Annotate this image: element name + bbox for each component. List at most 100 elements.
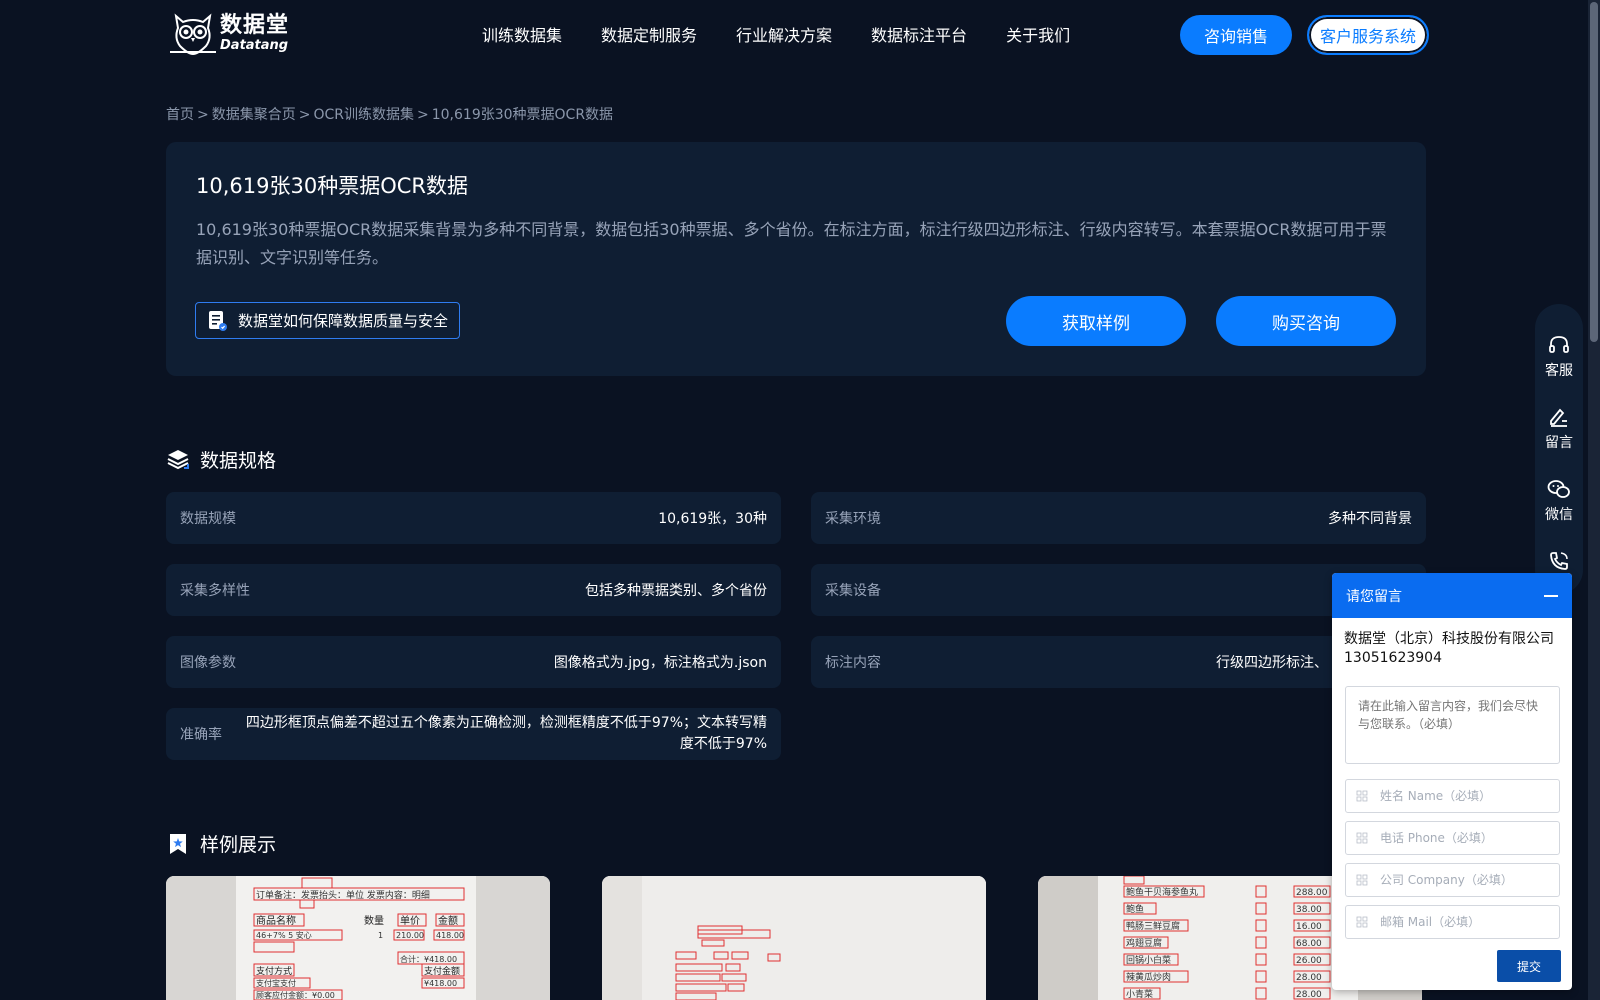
receipt-text: 订单备注：发票抬头：单位 发票内容：明细 bbox=[256, 889, 430, 901]
receipt-text: 单价 bbox=[400, 915, 420, 927]
breadcrumb-current: 10,619张30种票据OCR数据 bbox=[431, 107, 614, 123]
submit-button[interactable]: 提交 bbox=[1497, 950, 1561, 982]
spec-collection-diversity: 采集多样性 包括多种票据类别、多个省份 bbox=[166, 564, 781, 616]
sample-section-title: 样例展示 bbox=[166, 830, 276, 857]
sidebar-leave-message[interactable]: 留言 bbox=[1535, 406, 1583, 452]
widget-header: 请您留言 bbox=[1332, 573, 1572, 618]
sample-title-text: 样例展示 bbox=[200, 834, 277, 856]
bookmark-star-icon bbox=[170, 833, 186, 854]
owl-logo-icon bbox=[170, 13, 216, 56]
receipt-text: 68.00 bbox=[1296, 939, 1322, 949]
sample-image-1[interactable]: 订单备注：发票抬头：单位 发票内容：明细 商品名称 数量 单价 金额 46+7%… bbox=[166, 876, 550, 1000]
receipt-text: 鸭肠三鲜豆腐 bbox=[1126, 920, 1180, 932]
get-sample-button[interactable]: 获取样例 bbox=[1006, 296, 1186, 346]
nav-custom-data-service[interactable]: 数据定制服务 bbox=[601, 22, 697, 46]
widget-company-info: 数据堂（北京）科技股份有限公司 13051623904 bbox=[1332, 618, 1572, 668]
dataset-description: 10,619张30种票据OCR数据采集背景为多种不同背景，数据包括30种票据、多… bbox=[196, 220, 1387, 267]
receipt-text: 顾客应付金额：¥0.00 bbox=[256, 990, 335, 1000]
spec-title-text: 数据规格 bbox=[200, 450, 277, 472]
spec-value: 四边形框顶点偏差不超过五个像素为正确检测，检测框精度不低于97%；文本转写精度不… bbox=[245, 715, 767, 752]
logo-chinese: 数据堂 bbox=[220, 12, 290, 38]
name-field[interactable] bbox=[1345, 779, 1560, 813]
dataset-summary-card: 10,619张30种票据OCR数据 10,619张30种票据OCR数据采集背景为… bbox=[166, 142, 1426, 376]
receipt-text: 288.00 bbox=[1296, 888, 1328, 898]
nav-annotation-platform[interactable]: 数据标注平台 bbox=[871, 22, 967, 46]
headset-icon bbox=[1549, 336, 1569, 353]
sidebar-customer-service[interactable]: 客服 bbox=[1535, 334, 1583, 380]
wechat-icon bbox=[1547, 480, 1570, 498]
sidebar-label: 留言 bbox=[1545, 435, 1573, 451]
receipt-text: 金额 bbox=[438, 914, 458, 927]
document-shield-icon bbox=[209, 310, 227, 331]
nav-training-datasets[interactable]: 训练数据集 bbox=[482, 22, 562, 46]
spec-accuracy: 准确率 四边形框顶点偏差不超过五个像素为正确检测，检测框精度不低于97%；文本转… bbox=[166, 708, 781, 760]
phone-input[interactable] bbox=[1379, 831, 1559, 845]
breadcrumb-home[interactable]: 首页 bbox=[166, 107, 194, 123]
receipt-text: 辣黄瓜炒肉 bbox=[1126, 971, 1171, 983]
breadcrumb-separator: > bbox=[298, 107, 311, 123]
spec-label: 数据规模 bbox=[180, 511, 236, 527]
spec-value: 行级四边形标注、 bbox=[1216, 655, 1328, 671]
receipt-text: 26.00 bbox=[1296, 956, 1322, 966]
receipt-text: ¥418.00 bbox=[424, 979, 457, 988]
quality-security-link[interactable]: 数据堂如何保障数据质量与安全 bbox=[195, 302, 460, 339]
scrollbar-thumb[interactable] bbox=[1590, 2, 1598, 342]
receipt-image-2 bbox=[602, 876, 986, 1000]
nav-industry-solutions[interactable]: 行业解决方案 bbox=[736, 22, 832, 46]
page-title: 10,619张30种票据OCR数据 bbox=[196, 174, 468, 198]
spec-value: 包括多种票据类别、多个省份 bbox=[585, 583, 767, 599]
sample-image-2[interactable] bbox=[602, 876, 986, 1000]
purchase-consult-button[interactable]: 购买咨询 bbox=[1216, 296, 1396, 346]
company-input[interactable] bbox=[1379, 873, 1559, 887]
receipt-text: 46+7% 5 安心 bbox=[256, 930, 312, 940]
page-scrollbar[interactable] bbox=[1588, 0, 1600, 1000]
minimize-icon[interactable] bbox=[1544, 594, 1558, 597]
name-input[interactable] bbox=[1379, 789, 1559, 803]
customer-service-button[interactable]: 客户服务系统 bbox=[1307, 15, 1429, 55]
mail-input[interactable] bbox=[1379, 915, 1559, 929]
spec-label: 采集多样性 bbox=[180, 583, 250, 599]
consult-sales-button[interactable]: 咨询销售 bbox=[1180, 15, 1292, 55]
company-field[interactable] bbox=[1345, 863, 1560, 897]
top-header: 数据堂 Datatang 训练数据集 数据定制服务 行业解决方案 数据标注平台 … bbox=[0, 0, 1600, 70]
spec-label: 采集环境 bbox=[825, 511, 881, 527]
field-grid-icon bbox=[1356, 790, 1368, 802]
spec-label: 采集设备 bbox=[825, 583, 881, 599]
widget-title: 请您留言 bbox=[1346, 588, 1402, 605]
field-grid-icon bbox=[1356, 916, 1368, 928]
receipt-text: 支付方式 bbox=[256, 965, 292, 977]
spec-label: 标注内容 bbox=[825, 655, 881, 671]
phone-field[interactable] bbox=[1345, 821, 1560, 855]
quality-link-label: 数据堂如何保障数据质量与安全 bbox=[238, 312, 449, 330]
spec-section-title: 数据规格 bbox=[166, 446, 276, 473]
receipt-text: 数量 bbox=[364, 914, 384, 927]
breadcrumb-ocr[interactable]: OCR训练数据集 bbox=[313, 107, 414, 123]
receipt-image-1: 订单备注：发票抬头：单位 发票内容：明细 商品名称 数量 单价 金额 46+7%… bbox=[166, 876, 550, 1000]
logo-english: Datatang bbox=[220, 37, 289, 53]
breadcrumb: 首页 > 数据集聚合页 > OCR训练数据集 >10,619张30种票据OCR数据 bbox=[166, 104, 613, 124]
main-nav: 训练数据集 数据定制服务 行业解决方案 数据标注平台 关于我们 bbox=[482, 22, 1109, 46]
receipt-text: 合计：¥418.00 bbox=[400, 954, 457, 964]
field-grid-icon bbox=[1356, 874, 1368, 886]
sidebar-label: 微信 bbox=[1545, 507, 1573, 523]
spec-label: 准确率 bbox=[180, 727, 222, 743]
receipt-text: 支付金额 bbox=[424, 965, 460, 977]
receipt-text: 回锅小白菜 bbox=[1126, 954, 1171, 966]
receipt-text: 28.00 bbox=[1296, 990, 1322, 1000]
nav-about-us[interactable]: 关于我们 bbox=[1006, 22, 1070, 46]
leave-message-widget: 请您留言 数据堂（北京）科技股份有限公司 13051623904 提交 bbox=[1332, 573, 1572, 990]
mail-field[interactable] bbox=[1345, 905, 1560, 939]
receipt-text: 418.00 bbox=[436, 931, 464, 940]
message-textarea[interactable] bbox=[1345, 686, 1560, 764]
sidebar-wechat[interactable]: 微信 bbox=[1535, 478, 1583, 524]
receipt-text: 210.00 bbox=[396, 931, 424, 940]
breadcrumb-aggregation[interactable]: 数据集聚合页 bbox=[212, 107, 296, 123]
spec-collection-environment: 采集环境 多种不同背景 bbox=[811, 492, 1426, 544]
receipt-text: 商品名称 bbox=[256, 914, 296, 927]
receipt-text: 小青菜 bbox=[1126, 988, 1153, 1000]
pen-edit-icon bbox=[1550, 408, 1567, 427]
floating-toolbar: 客服 留言 微信 bbox=[1535, 304, 1583, 594]
receipt-text: 16.00 bbox=[1296, 922, 1322, 932]
receipt-text: 鲍鱼 bbox=[1126, 903, 1144, 915]
logo[interactable]: 数据堂 Datatang bbox=[168, 10, 289, 56]
